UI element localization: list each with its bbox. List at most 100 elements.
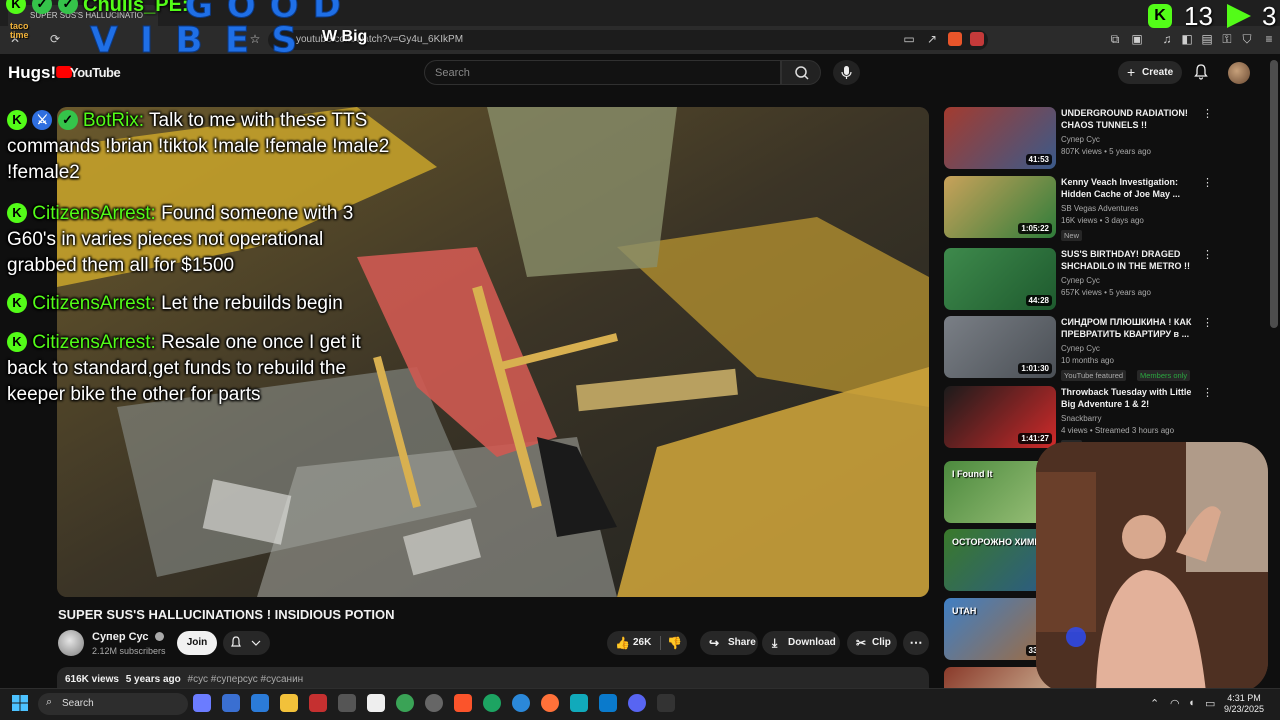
recommendation-channel[interactable]: SB Vegas Adventures xyxy=(1061,204,1138,213)
video-thumbnail[interactable]: 1:41:27 xyxy=(944,386,1056,448)
app-icon[interactable] xyxy=(367,694,385,712)
app-icon[interactable] xyxy=(222,694,240,712)
thumbs-up-icon[interactable]: 👍 xyxy=(615,631,630,655)
wifi-icon[interactable]: ◠ xyxy=(1170,697,1180,710)
vpn-icon[interactable]: ⚿ xyxy=(1220,32,1234,46)
tray-chevron-icon[interactable]: ⌃ xyxy=(1150,697,1159,710)
search-button[interactable] xyxy=(781,60,821,85)
like-count[interactable]: 26K xyxy=(633,631,651,655)
clock-date: 9/23/2025 xyxy=(1224,704,1265,714)
clip-button[interactable]: ✂ Clip xyxy=(847,631,897,655)
app-icon[interactable] xyxy=(338,694,356,712)
file-explorer-icon[interactable] xyxy=(280,694,298,712)
taskbar-search[interactable]: ⌕ Search xyxy=(38,693,188,715)
menu-icon[interactable]: ≡ xyxy=(1262,32,1276,46)
recommendation-title[interactable]: Kenny Veach Investigation: Hidden Cache … xyxy=(1061,176,1201,200)
recommendation-title[interactable]: СИНДРОМ ПЛЮШКИНА ! КАК ПРЕВРАТИТЬ КВАРТИ… xyxy=(1061,316,1201,340)
discord-icon[interactable] xyxy=(628,694,646,712)
recommendation-channel[interactable]: Супер Сус xyxy=(1061,276,1100,285)
windows-start-icon[interactable] xyxy=(12,695,28,711)
chat-message: K CitizensArrest: Resale one once I get … xyxy=(7,330,397,408)
chrome-icon[interactable] xyxy=(483,694,501,712)
video-thumbnail[interactable]: 44:28 xyxy=(944,248,1056,310)
notifications-bell-icon[interactable] xyxy=(1192,63,1210,81)
app-icon[interactable] xyxy=(657,694,675,712)
voice-search-button[interactable] xyxy=(833,60,860,85)
chat-username: CitizensArrest: xyxy=(32,332,156,353)
brave-shield-icon[interactable] xyxy=(948,32,962,46)
upload-age: 5 years ago xyxy=(125,674,181,685)
plus-icon: + xyxy=(1127,64,1136,80)
video-thumbnail[interactable]: 1:05:22 xyxy=(944,176,1056,238)
recommendation-title[interactable]: SUS'S BIRTHDAY! DRAGED SHCHADILO IN THE … xyxy=(1061,248,1201,272)
hashtags[interactable]: #сус #суперсус #сусанин xyxy=(188,674,304,685)
more-options-icon[interactable]: ⋮ xyxy=(1202,318,1213,332)
firefox-icon[interactable] xyxy=(541,694,559,712)
video-thumbnail[interactable]: 41:53 xyxy=(944,107,1056,169)
thumbnail-caption: UTAH xyxy=(952,606,977,616)
task-view-icon[interactable] xyxy=(193,694,211,712)
more-options-icon[interactable]: ⋮ xyxy=(1202,178,1213,192)
edge-icon[interactable] xyxy=(512,694,530,712)
recommendation-channel[interactable]: Супер Сус xyxy=(1061,344,1100,353)
address-bar[interactable]: youtube.com/watch?v=Gy4u_6KIkPM xyxy=(268,30,988,50)
taskbar-search-placeholder: Search xyxy=(62,698,94,709)
share-page-icon[interactable]: ↗ xyxy=(925,32,939,46)
system-clock[interactable]: 4:31 PM 9/23/2025 xyxy=(1224,693,1264,715)
subscribe-notifications-button[interactable] xyxy=(223,631,270,655)
recommendation-card[interactable]: 44:28 SUS'S BIRTHDAY! DRAGED SHCHADILO IN… xyxy=(944,248,1244,312)
sidebar-icon[interactable]: ◧ xyxy=(1180,32,1194,46)
recommendation-channel[interactable]: Супер Сус xyxy=(1061,135,1100,144)
brave-rewards-icon[interactable] xyxy=(970,32,984,46)
cast-icon[interactable]: ▭ xyxy=(902,32,916,46)
recommendation-channel[interactable]: Snackbarry xyxy=(1061,414,1101,423)
recommendation-card[interactable]: 41:53 UNDERGROUND RADIATION! CHAOS TUNNEL… xyxy=(944,107,1244,171)
shield-icon[interactable]: ⛉ xyxy=(1240,32,1254,46)
app-icon[interactable] xyxy=(570,694,588,712)
recommendation-title[interactable]: Throwback Tuesday with Little Big Advent… xyxy=(1061,386,1201,410)
more-options-icon[interactable]: ⋮ xyxy=(1202,250,1213,264)
reload-icon[interactable]: ⟳ xyxy=(48,32,62,46)
brave-browser-icon[interactable] xyxy=(454,694,472,712)
thumbs-down-icon[interactable]: 👎 xyxy=(667,631,682,655)
page-scrollbar[interactable] xyxy=(1270,60,1278,328)
overlay-top-badges: K ✓ ✓ xyxy=(0,0,78,16)
media-icon[interactable]: ♫ xyxy=(1160,32,1174,46)
channel-name[interactable]: Супер Сус xyxy=(92,631,164,643)
vscode-icon[interactable] xyxy=(599,694,617,712)
search-icon: ⌕ xyxy=(46,696,53,708)
video-title: SUPER SUS'S HALLUCINATIONS ! INSIDIOUS P… xyxy=(58,607,395,622)
screenshot-icon[interactable]: ▣ xyxy=(1130,32,1144,46)
search-input[interactable]: Search xyxy=(424,60,781,85)
video-thumbnail[interactable]: 1:01:30 xyxy=(944,316,1056,378)
battery-icon[interactable]: ▭ xyxy=(1205,697,1215,710)
extensions-icon[interactable]: ⧉ xyxy=(1108,32,1122,46)
more-options-icon[interactable]: ⋮ xyxy=(1202,109,1213,123)
youtube-logo-text[interactable]: YouTube xyxy=(70,65,121,80)
more-actions-button[interactable]: ⋯ xyxy=(903,631,929,655)
chat-message: K ⚔ ✓ BotRix: Talk to me with these TTS … xyxy=(7,108,397,186)
account-avatar[interactable] xyxy=(1228,62,1250,84)
app-icon[interactable] xyxy=(396,694,414,712)
app-icon[interactable] xyxy=(251,694,269,712)
overlay-wbig-text: W Big xyxy=(322,28,368,45)
recommendation-card[interactable]: 1:01:30 СИНДРОМ ПЛЮШКИНА ! КАК ПРЕВРАТИТЬ… xyxy=(944,316,1244,381)
join-button[interactable]: Join xyxy=(177,631,217,655)
app-icon[interactable] xyxy=(309,694,327,712)
channel-avatar[interactable] xyxy=(58,630,84,656)
recommendation-card[interactable]: 1:41:27 Throwback Tuesday with Little Big… xyxy=(944,386,1244,451)
recommendation-card[interactable]: 1:05:22 Kenny Veach Investigation: Hidden… xyxy=(944,176,1244,241)
recommendation-title[interactable]: UNDERGROUND RADIATION! CHAOS TUNNELS !! xyxy=(1061,107,1201,131)
app-icon[interactable] xyxy=(425,694,443,712)
more-options-icon[interactable]: ⋮ xyxy=(1202,388,1213,402)
volume-icon[interactable]: ◖ xyxy=(1188,697,1195,709)
follower-counter: 13 xyxy=(1184,1,1213,31)
recommendation-badge: YouTube featured xyxy=(1061,370,1127,381)
recommendation-meta: 16K views • 3 days ago xyxy=(1061,216,1144,225)
download-button[interactable]: ⤓ Download xyxy=(762,631,840,655)
share-button[interactable]: ↪ Share xyxy=(700,631,758,655)
recommendation-meta: 807K views • 5 years ago xyxy=(1061,147,1151,156)
create-button[interactable]: + Create xyxy=(1118,61,1182,84)
sword-badge-icon: ⚔ xyxy=(32,110,53,130)
wallet-icon[interactable]: ▤ xyxy=(1200,32,1214,46)
